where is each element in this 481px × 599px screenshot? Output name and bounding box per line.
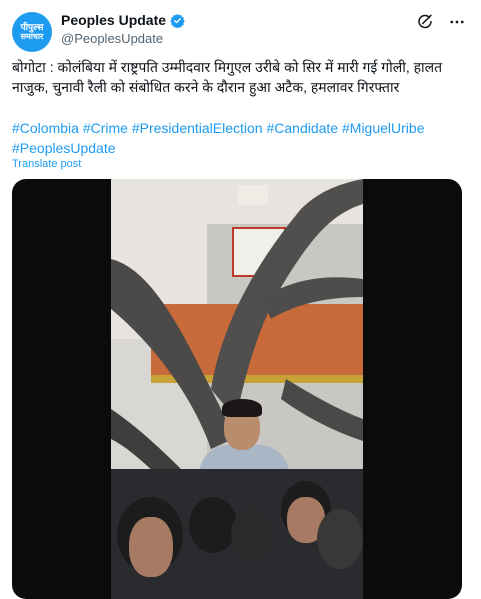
author-handle[interactable]: @PeoplesUpdate (61, 31, 163, 46)
hashtag-link[interactable]: #PeoplesUpdate (12, 140, 116, 156)
verified-badge-icon[interactable] (170, 13, 185, 28)
translate-post-link[interactable]: Translate post (12, 158, 81, 170)
post-hashtags: #Colombia #Crime #PresidentialElection #… (12, 118, 470, 158)
hashtag-link[interactable]: #Candidate (266, 120, 338, 136)
hashtag-link[interactable]: #Colombia (12, 120, 79, 136)
author-display-name[interactable]: Peoples Update (61, 12, 166, 28)
hashtag-link[interactable]: #MiguelUribe (342, 120, 424, 136)
avatar-logo-line2: समाचार (20, 31, 44, 41)
video-player[interactable] (12, 179, 462, 599)
avatar[interactable]: पीपुल्स समाचार (12, 12, 52, 52)
author-name-row: Peoples Update (61, 12, 185, 28)
video-crowd-head (231, 509, 273, 559)
tweet-card: पीपुल्स समाचार Peoples Update @PeoplesUp… (0, 0, 481, 599)
video-crowd-face (129, 517, 173, 577)
grok-icon[interactable] (415, 12, 435, 32)
hashtag-link[interactable]: #PresidentialElection (132, 120, 263, 136)
post-top-actions (415, 12, 467, 32)
video-crowd-head (317, 509, 363, 569)
video-speaker-hair (222, 399, 262, 417)
hashtag-link[interactable]: #Crime (83, 120, 128, 136)
post-text: बोगोटा : कोलंबिया में राष्ट्रपति उम्मीदव… (12, 59, 443, 95)
more-icon[interactable] (447, 12, 467, 32)
video-crowd-head (189, 497, 237, 553)
video-frame (111, 179, 363, 599)
